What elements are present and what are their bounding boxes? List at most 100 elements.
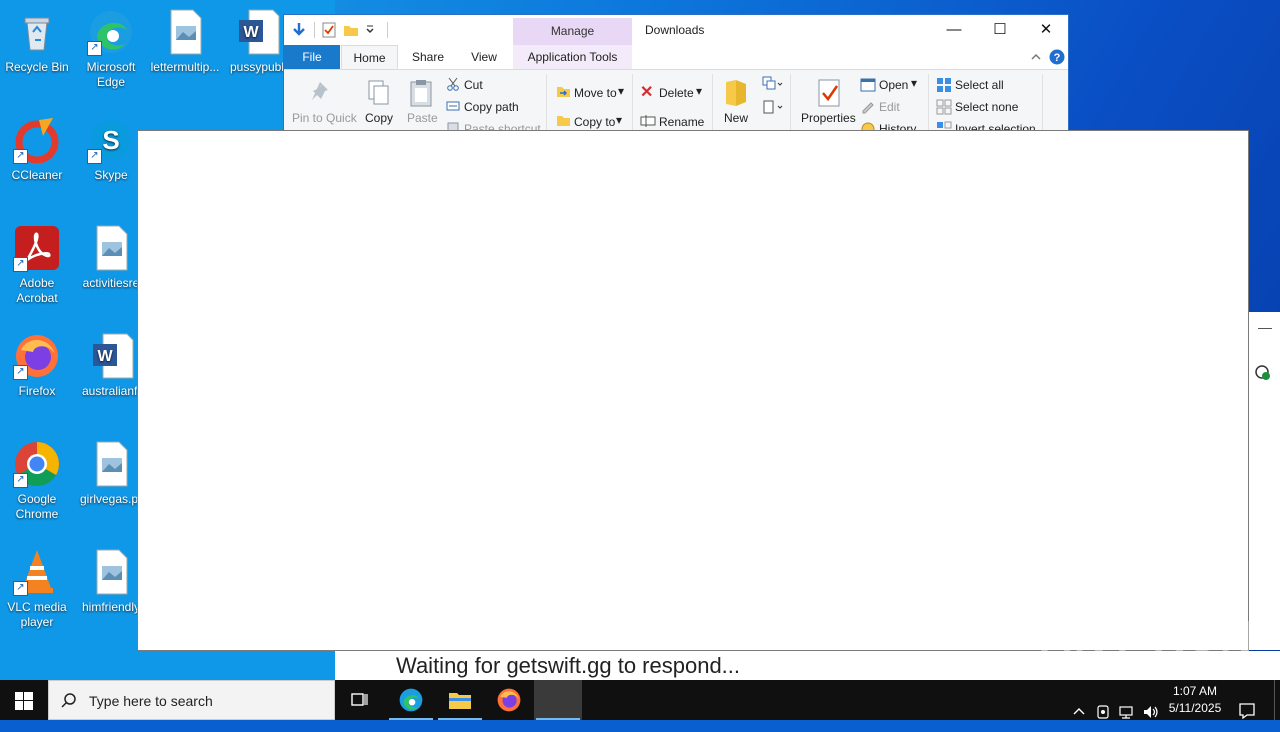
scissors-icon [447, 77, 459, 91]
tab-application-tools[interactable]: Application Tools [513, 45, 632, 69]
tab-share[interactable]: Share [402, 45, 454, 69]
copy-icon [368, 80, 389, 105]
word-document-icon: W [87, 332, 135, 380]
explorer-titlebar[interactable]: Manage Downloads — ☐ ✕ [284, 15, 1068, 45]
desktop-icon-ccleaner[interactable]: ↗ CCleaner [0, 116, 74, 183]
copy-to-folder-icon [557, 116, 570, 126]
network-icon[interactable] [1118, 692, 1136, 732]
chevron-down-icon[interactable]: ▾ [911, 76, 917, 90]
desktop-icon-firefox[interactable]: ↗ Firefox [0, 332, 74, 399]
word-document-icon: W [233, 8, 281, 56]
desktop-icon-chrome[interactable]: ↗ Google Chrome [0, 440, 74, 522]
new-folder-button[interactable]: New [724, 111, 748, 125]
recycle-bin-icon [13, 8, 61, 56]
properties-button[interactable]: Properties [801, 111, 856, 125]
meet-now-icon[interactable] [1095, 692, 1111, 732]
pin-icon [312, 82, 328, 100]
taskbar-search-box[interactable]: Type here to search [48, 680, 335, 720]
page-load-status: Waiting for getswift.gg to respond... [396, 653, 741, 678]
select-none-button[interactable]: Select none [955, 100, 1018, 114]
notifications-icon[interactable] [1238, 691, 1256, 731]
toolbar-divider [314, 22, 315, 38]
start-button[interactable] [0, 680, 48, 720]
easy-access-icon[interactable] [762, 99, 784, 115]
shortcut-arrow-icon: ↗ [13, 473, 28, 488]
copy-to-button[interactable]: Copy to [574, 115, 615, 129]
open-button[interactable]: Open [879, 78, 908, 92]
task-view-button[interactable] [336, 680, 384, 720]
svg-text:W: W [243, 24, 259, 41]
ribbon-separator [790, 74, 791, 130]
copy-path-icon [446, 101, 460, 111]
desktop-icon-label: lettermultip... [150, 60, 220, 74]
quick-access-toolbar [290, 21, 388, 39]
tab-home[interactable]: Home [341, 45, 398, 69]
blank-dialog-window[interactable] [137, 130, 1249, 651]
show-desktop-button[interactable] [1274, 680, 1280, 720]
chevron-down-icon[interactable]: ▾ [618, 84, 624, 98]
minimize-button[interactable]: — [931, 15, 977, 45]
taskbar-clock[interactable]: 1:07 AM 5/11/2025 [1160, 683, 1230, 717]
volume-icon[interactable] [1142, 692, 1160, 732]
manage-context-label: Manage [513, 18, 632, 45]
pin-to-quick-access-button[interactable]: Pin to Quick [292, 111, 357, 125]
taskbar: Type here to search 1:07 AM 5/11/2025 [0, 680, 1280, 720]
acrobat-icon: ↗ [13, 224, 61, 272]
chevron-down-icon[interactable]: ▾ [616, 113, 622, 127]
firefox-icon [497, 688, 521, 712]
image-file-icon [87, 548, 135, 596]
clock-time: 1:07 AM [1172, 684, 1218, 698]
svg-text:?: ? [1054, 52, 1061, 64]
desktop-icon-acrobat[interactable]: ↗ Adobe Acrobat [0, 224, 74, 306]
ccleaner-icon: ↗ [13, 116, 61, 164]
cut-button[interactable]: Cut [464, 78, 483, 92]
desktop-icon-vlc[interactable]: ↗ VLC media player [0, 548, 74, 630]
browser-side-panel [1248, 312, 1280, 650]
image-file-icon [87, 224, 135, 272]
svg-text:S: S [102, 125, 119, 155]
new-folder-icon[interactable] [343, 22, 359, 38]
image-file-icon [161, 8, 209, 56]
paste-button[interactable]: Paste [407, 111, 438, 125]
tab-view[interactable]: View [458, 45, 510, 69]
chevron-down-icon[interactable] [365, 22, 375, 38]
help-icon[interactable]: ? [1049, 49, 1065, 65]
edge-icon [399, 688, 423, 712]
chevron-down-icon[interactable]: ▾ [696, 84, 702, 98]
image-file-icon [87, 440, 135, 488]
collapse-ribbon-icon[interactable] [1030, 51, 1042, 63]
shortcut-arrow-icon: ↗ [87, 41, 102, 56]
edit-button[interactable]: Edit [879, 100, 900, 114]
properties-icon [818, 79, 840, 107]
desktop-icon-label: Microsoft Edge [86, 60, 136, 89]
maximize-button[interactable]: ☐ [977, 15, 1023, 45]
taskbar-file-explorer[interactable] [436, 680, 484, 720]
taskbar-edge[interactable] [387, 680, 435, 720]
desktop-icon-recycle-bin[interactable]: Recycle Bin [0, 8, 74, 75]
copy-button[interactable]: Copy [365, 111, 393, 125]
move-to-button[interactable]: Move to [574, 86, 617, 100]
close-button[interactable]: ✕ [1023, 15, 1068, 45]
show-hidden-icons-icon[interactable] [1071, 692, 1087, 732]
properties-check-icon[interactable] [321, 22, 337, 38]
delete-button[interactable]: Delete [659, 86, 694, 100]
vlc-icon: ↗ [13, 548, 61, 596]
file-explorer-window[interactable]: Manage Downloads — ☐ ✕ File Home Share V… [283, 14, 1069, 131]
desktop-icon-label: Firefox [18, 384, 56, 398]
download-arrow-icon[interactable] [290, 21, 308, 39]
minimize-line-icon[interactable] [1258, 328, 1272, 329]
new-item-icon[interactable] [762, 76, 784, 92]
rename-button[interactable]: Rename [659, 115, 704, 129]
move-to-folder-icon [557, 87, 570, 97]
copy-path-button[interactable]: Copy path [464, 100, 519, 114]
desktop-icon-file[interactable]: lettermultip... [148, 8, 222, 75]
desktop-icon-edge[interactable]: ↗ Microsoft Edge [74, 8, 148, 90]
taskbar-active-window[interactable] [534, 680, 582, 720]
security-status-icon[interactable] [1254, 364, 1272, 382]
tab-file[interactable]: File [284, 45, 340, 69]
file-explorer-icon [449, 693, 471, 709]
search-icon [61, 693, 76, 708]
select-all-button[interactable]: Select all [955, 78, 1004, 92]
taskbar-firefox[interactable] [485, 680, 533, 720]
paste-icon [410, 80, 432, 107]
